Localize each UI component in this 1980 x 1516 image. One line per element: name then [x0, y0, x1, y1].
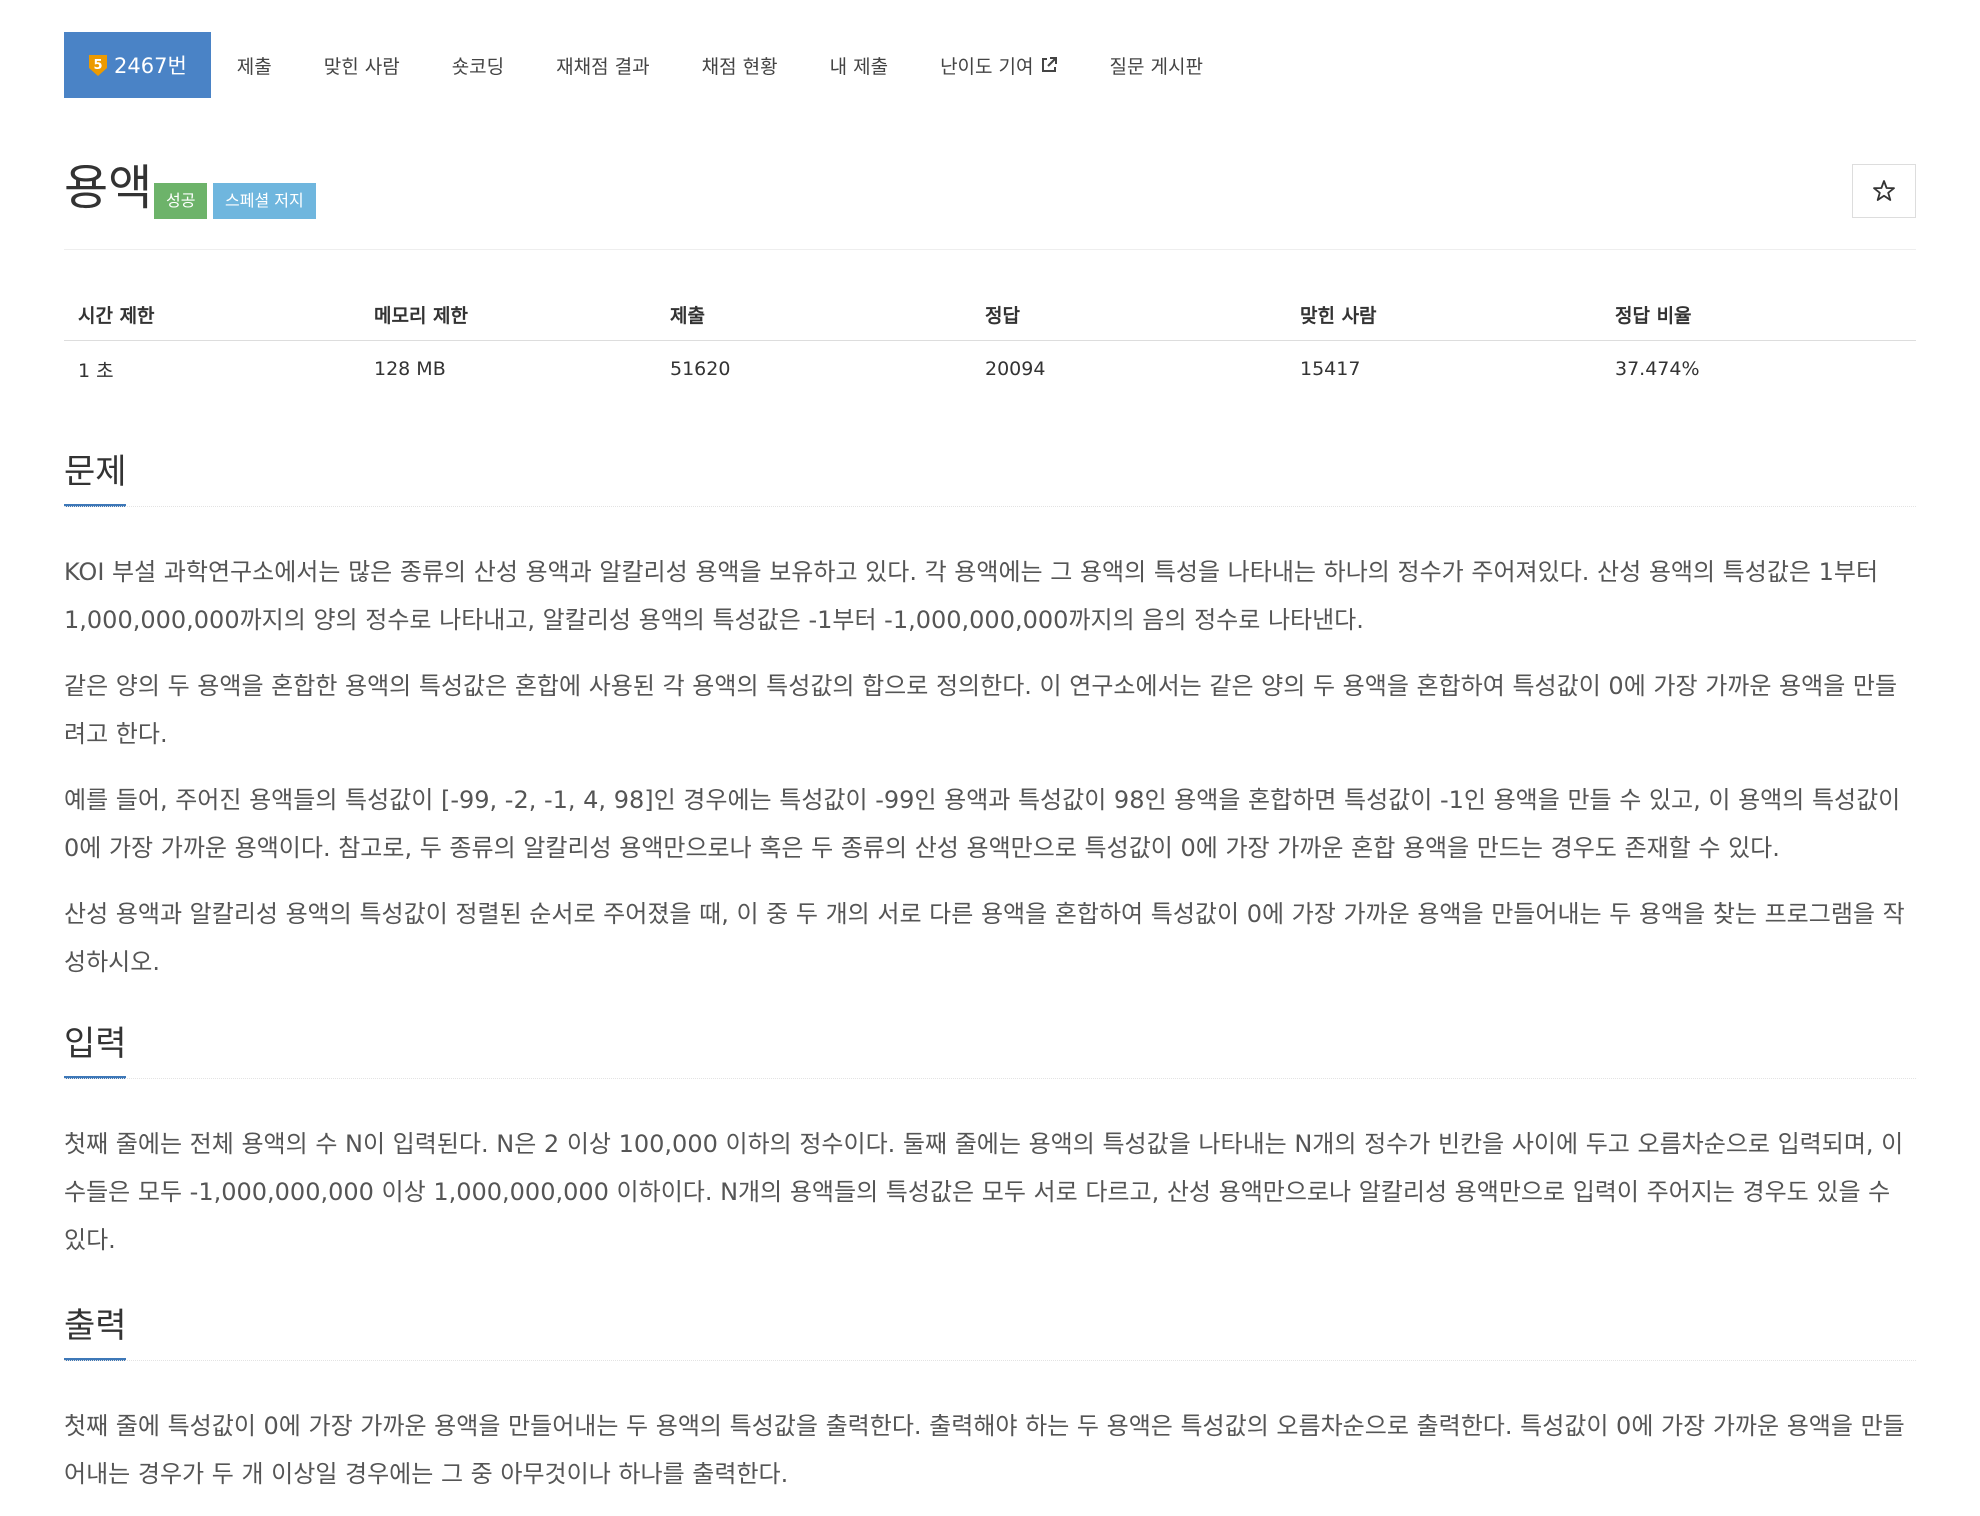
tab-my-submissions-label: 내 제출 [829, 55, 889, 78]
tier-gold-5-icon: 5 [88, 53, 108, 77]
table-row: 1 초 128 MB 51620 20094 15417 37.474% [64, 340, 1916, 398]
section-divider [64, 1360, 1916, 1361]
section-divider [64, 506, 1916, 507]
section-title-output: 출력 [64, 1306, 127, 1346]
problem-title-row: 용액 성공 스페셜 저지 [64, 158, 1916, 219]
tab-question-board-label: 질문 게시판 [1109, 55, 1203, 78]
header-submissions: 제출 [656, 290, 971, 341]
description-paragraph-2: 같은 양의 두 용액을 혼합한 용액의 특성값은 혼합에 사용된 각 용액의 특… [64, 672, 1898, 748]
section-divider [64, 1078, 1916, 1079]
table-header-row: 시간 제한 메모리 제한 제출 정답 맞힌 사람 정답 비율 [64, 290, 1916, 341]
tab-difficulty-contribute[interactable]: 난이도 기여 [914, 32, 1083, 98]
star-outline-icon [1873, 180, 1895, 201]
section-heading-description: 문제 [64, 450, 127, 507]
header-time-limit: 시간 제한 [64, 290, 360, 341]
description-paragraph-4: 산성 용액과 알칼리성 용액의 특성값이 정렬된 순서로 주어졌을 때, 이 중… [64, 900, 1905, 976]
tab-rejudge-results-label: 재채점 결과 [556, 55, 650, 78]
tab-status[interactable]: 채점 현황 [676, 32, 804, 98]
value-solved-users: 15417 [1300, 358, 1361, 381]
tab-status-label: 채점 현황 [701, 55, 778, 78]
problem-title: 용액 [64, 160, 153, 216]
section-heading-input: 입력 [64, 1022, 127, 1079]
tab-short-coding[interactable]: 숏코딩 [426, 32, 530, 98]
header-solved-users: 맞힌 사람 [1286, 290, 1601, 341]
description-paragraph-3: 예를 들어, 주어진 용액들의 특성값이 [-99, -2, -1, 4, 98… [64, 786, 1901, 862]
value-time-limit: 1 초 [78, 359, 114, 382]
status-badge-success: 성공 [154, 183, 208, 219]
header-memory-limit: 메모리 제한 [360, 290, 656, 341]
section-heading-output: 출력 [64, 1304, 127, 1361]
tab-submit-label: 제출 [236, 55, 272, 78]
tab-rejudge-results[interactable]: 재채점 결과 [530, 32, 675, 98]
title-divider [64, 249, 1916, 250]
tab-solved-users[interactable]: 맞힌 사람 [298, 32, 426, 98]
problem-menu: 5 2467번 제출 맞힌 사람 숏코딩 재채점 결과 채점 현황 내 제출 난… [64, 32, 1229, 98]
tab-my-submissions[interactable]: 내 제출 [804, 32, 914, 98]
tab-problem-label: 2467번 [114, 54, 187, 78]
input-paragraph: 첫째 줄에는 전체 용액의 수 N이 입력된다. N은 2 이상 100,000… [64, 1130, 1904, 1254]
external-link-icon [1041, 57, 1057, 72]
value-submissions: 51620 [670, 358, 731, 381]
section-title-description: 문제 [64, 452, 127, 492]
tab-problem[interactable]: 5 2467번 [64, 32, 211, 98]
special-judge-badge[interactable]: 스페셜 저지 [213, 183, 316, 219]
tab-question-board[interactable]: 질문 게시판 [1084, 32, 1229, 98]
tier-number: 5 [93, 58, 102, 73]
favorite-star-button[interactable] [1852, 164, 1916, 218]
tab-solved-users-label: 맞힌 사람 [323, 55, 400, 78]
problem-info-table: 시간 제한 메모리 제한 제출 정답 맞힌 사람 정답 비율 1 초 128 M… [64, 290, 1916, 398]
tab-short-coding-label: 숏코딩 [451, 55, 505, 78]
tab-difficulty-contribute-label: 난이도 기여 [940, 55, 1034, 78]
value-accepted: 20094 [985, 358, 1046, 381]
header-accepted: 정답 [971, 290, 1286, 341]
output-paragraph: 첫째 줄에 특성값이 0에 가장 가까운 용액을 만들어내는 두 용액의 특성값… [64, 1412, 1905, 1488]
tab-submit[interactable]: 제출 [211, 32, 298, 98]
description-paragraph-1: KOI 부설 과학연구소에서는 많은 종류의 산성 용액과 알칼리성 용액을 보… [64, 558, 1879, 634]
value-accept-ratio: 37.474% [1615, 358, 1700, 381]
header-accept-ratio: 정답 비율 [1601, 290, 1916, 341]
section-title-input: 입력 [64, 1024, 127, 1064]
value-memory-limit: 128 MB [374, 358, 446, 381]
